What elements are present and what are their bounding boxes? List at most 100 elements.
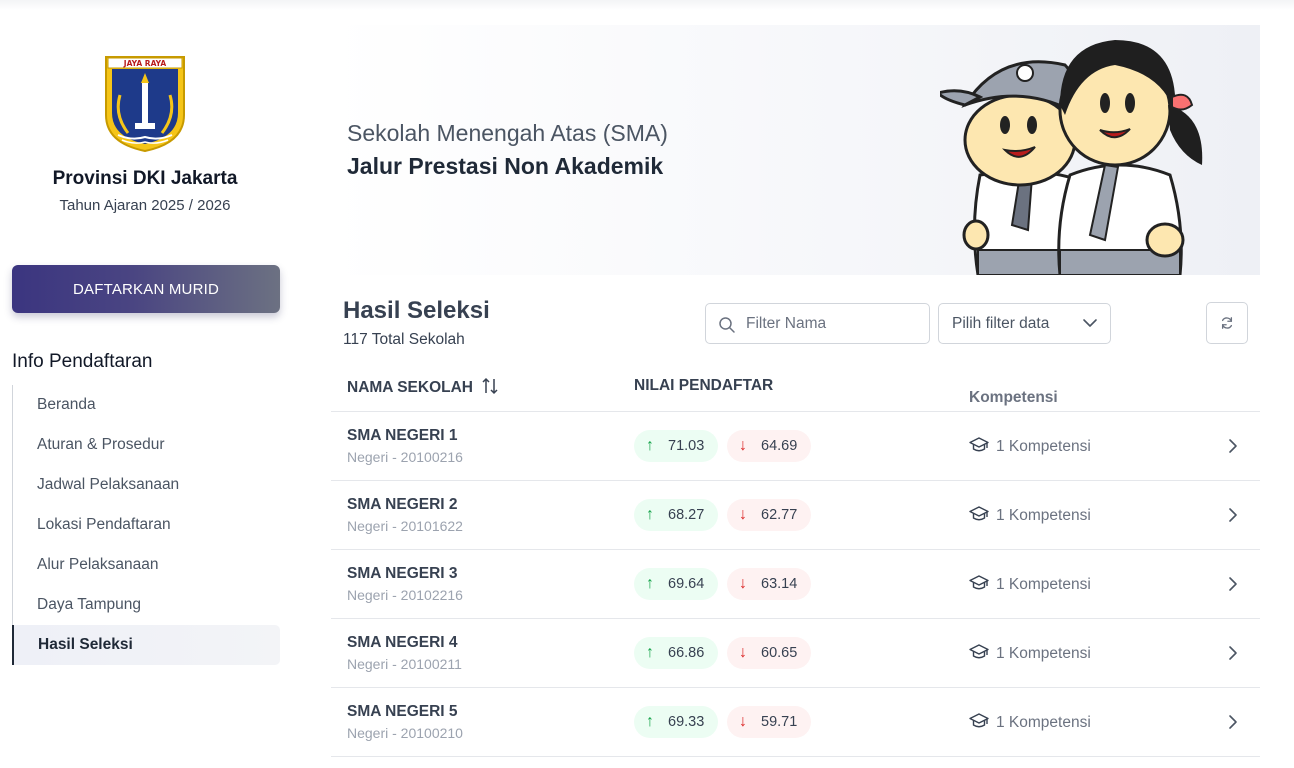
arrow-down-icon: ↓ — [739, 437, 747, 454]
search-input[interactable] — [746, 304, 926, 343]
nav-item-aturan-prosedur[interactable]: Aturan & Prosedur — [13, 425, 280, 465]
academic-year: Tahun Ajaran 2025 / 2026 — [59, 197, 231, 214]
filter-select[interactable]: Pilih filter data — [938, 303, 1111, 344]
score-low-pill: ↓ 60.65 — [727, 637, 812, 669]
results-count: 117 Total Sekolah — [343, 331, 465, 348]
nav-item-daya-tampung[interactable]: Daya Tampung — [13, 585, 280, 625]
score-low-pill: ↓ 64.69 — [727, 430, 812, 462]
province-name: Provinsi DKI Jakarta — [52, 168, 238, 189]
sidebar: JAYA RAYA Provinsi DKI Jakarta Tahun Aja… — [0, 0, 300, 768]
score-low: 59.71 — [761, 714, 798, 730]
score-high: 71.03 — [668, 438, 705, 454]
arrow-down-icon: ↓ — [739, 713, 747, 730]
school-name: SMA NEGERI 5 — [347, 703, 458, 720]
nav-item-lokasi-pendaftaran[interactable]: Lokasi Pendaftaran — [13, 505, 280, 545]
results-table: NAMA SEKOLAH NILAI PENDAFTAR Kompetensi … — [331, 365, 1260, 757]
info-nav: Beranda Aturan & Prosedur Jadwal Pelaksa… — [12, 385, 280, 665]
nav-item-alur-pelaksanaan[interactable]: Alur Pelaksanaan — [13, 545, 280, 585]
score-high: 69.64 — [668, 576, 705, 592]
score-high-pill: ↑ 69.64 — [634, 568, 719, 600]
column-score: NILAI PENDAFTAR — [634, 377, 774, 394]
nav-item-beranda[interactable]: Beranda — [13, 385, 280, 425]
nav-item-hasil-seleksi[interactable]: Hasil Seleksi — [12, 625, 280, 665]
table-row[interactable]: SMA NEGERI 4 Negeri - 20100211 ↑ 66.86 ↓ 6… — [331, 619, 1260, 688]
competence-cell: 1 Kompetensi — [969, 712, 1091, 732]
score-high: 68.27 — [668, 507, 705, 523]
score-low: 62.77 — [761, 507, 798, 523]
filter-select-label: Pilih filter data — [952, 315, 1050, 332]
score-high-pill: ↑ 69.33 — [634, 706, 719, 738]
column-school[interactable]: NAMA SEKOLAH — [347, 377, 499, 397]
refresh-button[interactable] — [1206, 302, 1248, 344]
score-low: 60.65 — [761, 645, 798, 661]
graduation-cap-icon — [969, 713, 989, 728]
school-name: SMA NEGERI 1 — [347, 427, 458, 444]
score-low-pill: ↓ 62.77 — [727, 499, 812, 531]
competence-label: 1 Kompetensi — [996, 645, 1091, 662]
chevron-right-icon[interactable] — [1228, 507, 1238, 523]
arrow-up-icon: ↑ — [646, 437, 654, 454]
score-high: 66.86 — [668, 645, 705, 661]
register-student-button[interactable]: DAFTARKAN MURID — [12, 265, 280, 313]
competence-label: 1 Kompetensi — [996, 438, 1091, 455]
competence-cell: 1 Kompetensi — [969, 436, 1091, 456]
competence-label: 1 Kompetensi — [996, 576, 1091, 593]
score-high-pill: ↑ 68.27 — [634, 499, 719, 531]
score-low-pill: ↓ 59.71 — [727, 706, 812, 738]
school-meta: Negeri - 20101622 — [347, 518, 463, 534]
dki-jakarta-logo: JAYA RAYA — [105, 56, 185, 153]
school-name: SMA NEGERI 4 — [347, 634, 458, 651]
competence-cell: 1 Kompetensi — [969, 574, 1091, 594]
banner-subtitle: Jalur Prestasi Non Akademik — [347, 153, 664, 179]
refresh-icon — [1221, 317, 1233, 329]
svg-text:JAYA RAYA: JAYA RAYA — [123, 59, 167, 68]
table-row[interactable]: SMA NEGERI 3 Negeri - 20102216 ↑ 69.64 ↓ 6… — [331, 550, 1260, 619]
score-low-pill: ↓ 63.14 — [727, 568, 812, 600]
chevron-down-icon — [1083, 319, 1097, 327]
search-box[interactable] — [705, 303, 930, 344]
school-meta: Negeri - 20100216 — [347, 449, 463, 465]
hero-banner: Sekolah Menengah Atas (SMA) Jalur Presta… — [331, 25, 1260, 275]
score-high-pill: ↑ 71.03 — [634, 430, 719, 462]
competence-cell: 1 Kompetensi — [969, 505, 1091, 525]
chevron-right-icon[interactable] — [1228, 576, 1238, 592]
arrow-up-icon: ↑ — [646, 506, 654, 523]
results-title: Hasil Seleksi — [343, 297, 490, 324]
competence-label: 1 Kompetensi — [996, 507, 1091, 524]
competence-label: 1 Kompetensi — [996, 714, 1091, 731]
arrow-up-icon: ↑ — [646, 713, 654, 730]
school-name: SMA NEGERI 2 — [347, 496, 458, 513]
table-row[interactable]: SMA NEGERI 5 Negeri - 20100210 ↑ 69.33 ↓ 5… — [331, 688, 1260, 757]
graduation-cap-icon — [969, 644, 989, 659]
chevron-right-icon[interactable] — [1228, 645, 1238, 661]
arrow-down-icon: ↓ — [739, 506, 747, 523]
arrow-down-icon: ↓ — [739, 644, 747, 661]
nav-item-jadwal-pelaksanaan[interactable]: Jadwal Pelaksanaan — [13, 465, 280, 505]
school-meta: Negeri - 20100210 — [347, 725, 463, 741]
student-mascot-illustration — [940, 40, 1203, 275]
chevron-right-icon[interactable] — [1228, 714, 1238, 730]
column-competence: Kompetensi — [969, 389, 1058, 406]
info-section-title: Info Pendaftaran — [12, 351, 153, 372]
banner-title: Sekolah Menengah Atas (SMA) — [347, 120, 668, 146]
table-row[interactable]: SMA NEGERI 1 Negeri - 20100216 ↑ 71.03 ↓ 6… — [331, 412, 1260, 481]
score-high: 69.33 — [668, 714, 705, 730]
graduation-cap-icon — [969, 506, 989, 521]
school-meta: Negeri - 20102216 — [347, 587, 463, 603]
school-name: SMA NEGERI 3 — [347, 565, 458, 582]
score-high-pill: ↑ 66.86 — [634, 637, 719, 669]
graduation-cap-icon — [969, 437, 989, 452]
score-low: 64.69 — [761, 438, 798, 454]
search-icon — [719, 317, 735, 333]
column-school-label: NAMA SEKOLAH — [347, 379, 474, 396]
table-row[interactable]: SMA NEGERI 2 Negeri - 20101622 ↑ 68.27 ↓ 6… — [331, 481, 1260, 550]
arrow-up-icon: ↑ — [646, 575, 654, 592]
arrow-down-icon: ↓ — [739, 575, 747, 592]
arrow-up-icon: ↑ — [646, 644, 654, 661]
school-meta: Negeri - 20100211 — [347, 656, 462, 672]
sort-icon[interactable] — [481, 377, 499, 395]
graduation-cap-icon — [969, 575, 989, 590]
score-low: 63.14 — [761, 576, 798, 592]
chevron-right-icon[interactable] — [1228, 438, 1238, 454]
competence-cell: 1 Kompetensi — [969, 643, 1091, 663]
